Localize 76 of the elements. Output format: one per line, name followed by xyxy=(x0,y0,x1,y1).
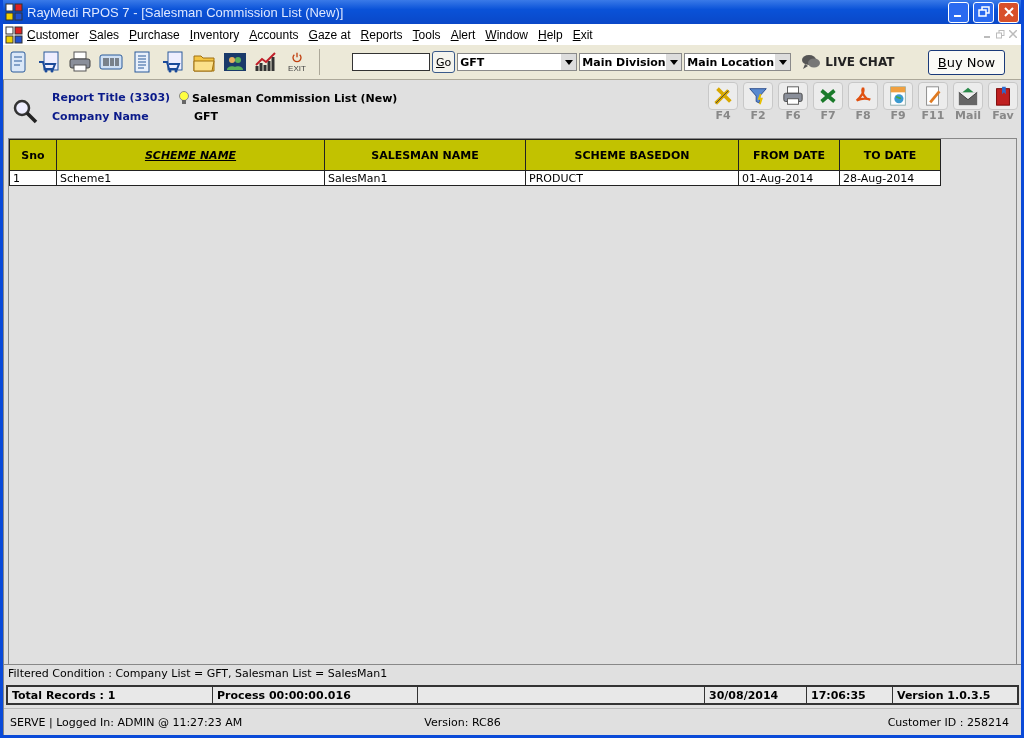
menu-item[interactable]: Tools xyxy=(408,27,447,42)
report-title: Salesman Commission List (New) xyxy=(192,91,398,105)
chat-icon[interactable] xyxy=(801,54,822,70)
close-icon xyxy=(1002,6,1015,18)
company-name-label: Company Name xyxy=(52,110,149,123)
menu-item[interactable]: Help xyxy=(534,27,569,42)
book-button[interactable] xyxy=(988,82,1018,110)
minimize-icon xyxy=(953,15,961,17)
company-name: GFT xyxy=(194,110,219,123)
dropdown-arrow-icon[interactable] xyxy=(669,59,678,65)
menu-item[interactable]: Accounts xyxy=(245,27,305,42)
shortcut-label: F4 xyxy=(715,110,731,122)
column-header[interactable]: TO DATE xyxy=(839,139,941,171)
printer-icon xyxy=(782,85,804,107)
column-header[interactable]: SALESMAN NAME xyxy=(324,139,526,171)
division-dropdown[interactable]: Main Division xyxy=(579,53,683,71)
shortcut-label: F2 xyxy=(750,110,766,122)
lightbulb-icon xyxy=(178,91,190,105)
location-dropdown[interactable]: Main Location xyxy=(684,53,792,71)
column-header[interactable]: SCHEME NAME xyxy=(56,139,325,171)
company-dropdown[interactable]: GFT xyxy=(457,53,578,71)
login-info: SERVE | Logged In: ADMIN @ 11:27:23 AM xyxy=(10,715,243,729)
search-field[interactable] xyxy=(352,53,430,71)
edit-button[interactable] xyxy=(918,82,948,110)
menu-item[interactable]: Window xyxy=(481,27,534,42)
window-title: RayMedi RPOS 7 - [Salesman Commission List (New)] xyxy=(27,4,345,20)
cart-doc-icon[interactable] xyxy=(161,50,185,74)
live-chat-link[interactable]: LIVE CHAT xyxy=(825,55,895,69)
menu-item[interactable]: Purchase xyxy=(125,27,186,42)
column-header[interactable]: SCHEME BASEDON xyxy=(525,139,739,171)
filter-condition: Filtered Condition : Company List = GFT, Salesman List = SalesMan1 xyxy=(4,664,1021,682)
menu-item[interactable]: Reports xyxy=(356,27,409,42)
menu-item[interactable]: Exit xyxy=(568,27,599,42)
go-button[interactable]: Go xyxy=(432,51,456,73)
printer-icon[interactable] xyxy=(68,50,92,74)
shortcut-label: F9 xyxy=(890,110,906,122)
exit-button[interactable]: EXIT xyxy=(284,49,310,75)
restore-button[interactable] xyxy=(973,1,994,23)
column-header[interactable]: FROM DATE xyxy=(738,139,840,171)
mail-icon xyxy=(957,85,979,107)
menu-item[interactable]: Gaze at xyxy=(304,27,357,42)
shortcut-label: F6 xyxy=(785,110,801,122)
menu-item[interactable]: Customer xyxy=(23,27,86,42)
html-button[interactable] xyxy=(883,82,913,110)
shortcut-label: Mail xyxy=(955,110,981,122)
shortcut-label: F11 xyxy=(921,110,945,122)
column-header[interactable]: Sno xyxy=(9,139,57,171)
tools-icon xyxy=(712,85,734,107)
dropdown-arrow-icon[interactable] xyxy=(564,59,573,65)
menu-item[interactable]: Alert xyxy=(446,27,482,42)
shortcut-label: F8 xyxy=(855,110,871,122)
menu-item[interactable]: Inventory xyxy=(185,27,246,42)
close-button[interactable] xyxy=(998,1,1019,23)
excel-button[interactable] xyxy=(813,82,843,110)
app-logo-icon xyxy=(5,3,23,21)
shortcut-label: Fav xyxy=(992,110,1014,122)
people-icon[interactable] xyxy=(223,50,247,74)
html-icon xyxy=(887,85,909,107)
buy-now-button[interactable]: Buy Now xyxy=(928,49,1005,75)
filter-button[interactable] xyxy=(743,82,773,110)
power-icon xyxy=(289,51,305,65)
cart-doc-icon[interactable] xyxy=(37,50,61,74)
shortcut-label: F7 xyxy=(820,110,836,122)
filter-icon xyxy=(747,85,769,107)
printer-button[interactable] xyxy=(778,82,808,110)
restore-icon xyxy=(977,6,990,18)
chart-icon[interactable] xyxy=(254,50,278,74)
search-icon[interactable] xyxy=(12,98,38,124)
customer-id: Customer ID : 258214 xyxy=(887,715,1009,729)
report-title-label: Report Title (3303) xyxy=(52,91,171,105)
version-info: Version: RC86 xyxy=(424,715,501,729)
dropdown-arrow-icon[interactable] xyxy=(778,59,787,65)
mail-button[interactable] xyxy=(953,82,983,110)
minimize-button[interactable] xyxy=(948,1,969,23)
menu-item[interactable]: Sales xyxy=(85,27,126,42)
pdf-button[interactable] xyxy=(848,82,878,110)
